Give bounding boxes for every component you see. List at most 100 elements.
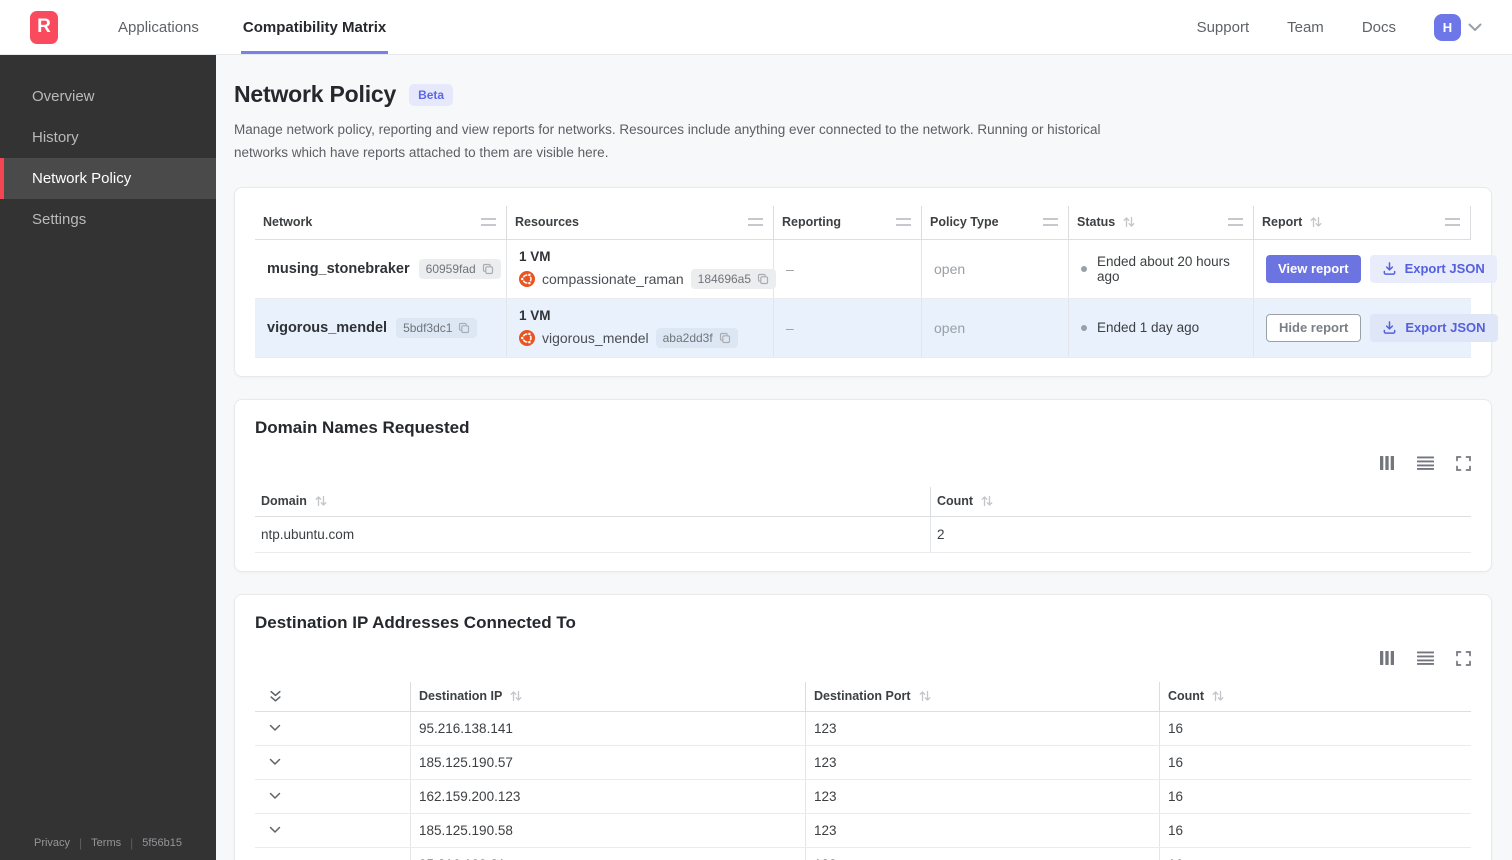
reporting-cell: – xyxy=(774,239,922,298)
row-expand-icon[interactable] xyxy=(263,826,281,834)
expander-cell xyxy=(255,779,411,813)
port-cell: 123 xyxy=(806,813,1160,847)
port-cell: 123 xyxy=(806,745,1160,779)
column-label: Count xyxy=(1168,689,1205,704)
expand-all-icon[interactable] xyxy=(263,690,282,703)
fullscreen-icon[interactable] xyxy=(1456,651,1471,666)
reporting-value: – xyxy=(786,260,794,277)
app-logo[interactable]: R xyxy=(30,10,58,44)
sidebar-item-history[interactable]: History xyxy=(0,117,216,158)
nav-tab-compatibility-matrix[interactable]: Compatibility Matrix xyxy=(240,0,389,54)
column-header-destination-port[interactable]: Destination Port xyxy=(806,681,1160,711)
divider: | xyxy=(79,836,83,850)
column-header-destination-ip[interactable]: Destination IP xyxy=(411,681,806,711)
column-resize-handle[interactable] xyxy=(896,218,911,227)
resources-cell: 1 VM compassionate_raman 184696a5 xyxy=(507,239,777,298)
column-label: Status xyxy=(1077,215,1116,230)
main-content: Network Policy Beta Manage network polic… xyxy=(216,55,1512,860)
row-density-icon[interactable] xyxy=(1417,651,1434,666)
status-cell: Ended about 20 hours ago xyxy=(1069,239,1254,298)
policy-type-cell: open xyxy=(922,298,1069,357)
user-menu[interactable]: H xyxy=(1434,13,1482,41)
sidebar-item-settings[interactable]: Settings xyxy=(0,199,216,240)
ip-cell: 185.125.190.58 xyxy=(411,813,806,847)
ip-cell: 95.216.100.21 xyxy=(411,847,806,860)
policy-type-cell: open xyxy=(922,239,1069,298)
count-value: 16 xyxy=(1168,822,1184,838)
build-id: 5f56b15 xyxy=(142,837,183,849)
copy-icon[interactable] xyxy=(458,322,470,334)
privacy-link[interactable]: Privacy xyxy=(34,837,70,849)
count-value: 2 xyxy=(937,526,945,542)
network-cell: vigorous_mendel 5bdf3dc1 xyxy=(255,298,507,357)
resource-id-badge: aba2dd3f xyxy=(655,327,738,348)
ubuntu-icon xyxy=(519,329,535,346)
column-header-policy-type: Policy Type xyxy=(922,205,1069,239)
network-name: vigorous_mendel xyxy=(267,319,388,336)
reporting-value: – xyxy=(786,319,794,336)
ip-value: 162.159.200.123 xyxy=(419,788,521,804)
column-header-network: Network xyxy=(255,205,507,239)
copy-icon[interactable] xyxy=(757,273,769,285)
column-header-count[interactable]: Count xyxy=(1160,682,1471,711)
domains-table-header: Domain Count xyxy=(255,486,1471,517)
sort-icon[interactable] xyxy=(1211,690,1225,702)
row-density-icon[interactable] xyxy=(1417,456,1434,471)
ip-value: 95.216.138.141 xyxy=(419,720,513,736)
sort-icon[interactable] xyxy=(314,495,328,507)
columns-icon[interactable] xyxy=(1379,456,1395,471)
sidebar-item-overview[interactable]: Overview xyxy=(0,76,216,117)
column-label: Network xyxy=(263,215,313,230)
export-json-button[interactable]: Export JSON xyxy=(1369,254,1497,283)
sort-icon[interactable] xyxy=(509,690,523,702)
resource-name: compassionate_raman xyxy=(542,270,684,287)
sort-icon[interactable] xyxy=(1122,216,1136,228)
copy-icon[interactable] xyxy=(719,332,731,344)
destination-row: 162.159.200.123 123 16 xyxy=(255,779,1471,814)
table-toolbar xyxy=(255,456,1471,471)
column-resize-handle[interactable] xyxy=(1228,218,1243,227)
column-header-status[interactable]: Status xyxy=(1069,205,1254,239)
fullscreen-icon[interactable] xyxy=(1456,456,1471,471)
terms-link[interactable]: Terms xyxy=(91,837,121,849)
top-navbar: R Applications Compatibility Matrix Supp… xyxy=(0,0,1512,55)
row-expand-icon[interactable] xyxy=(263,724,281,732)
sort-icon[interactable] xyxy=(918,690,932,702)
reporting-cell: – xyxy=(774,298,922,357)
nav-link-docs[interactable]: Docs xyxy=(1362,19,1396,36)
column-resize-handle[interactable] xyxy=(1445,218,1460,227)
destinations-card-title: Destination IP Addresses Connected To xyxy=(255,612,576,632)
sort-icon[interactable] xyxy=(1309,216,1323,228)
copy-icon[interactable] xyxy=(482,263,494,275)
nav-tab-applications[interactable]: Applications xyxy=(116,0,201,54)
column-resize-handle[interactable] xyxy=(748,218,763,227)
columns-icon[interactable] xyxy=(1379,651,1395,666)
column-label: Destination IP xyxy=(419,689,503,704)
domain-cell: ntp.ubuntu.com xyxy=(255,516,931,552)
export-json-button[interactable]: Export JSON xyxy=(1370,313,1498,342)
row-expand-icon[interactable] xyxy=(263,758,281,766)
column-label: Reporting xyxy=(782,215,842,230)
expander-cell xyxy=(255,711,411,745)
sidebar-item-network-policy[interactable]: Network Policy xyxy=(0,158,216,199)
sort-icon[interactable] xyxy=(980,495,994,507)
column-header-domain[interactable]: Domain xyxy=(255,486,931,516)
ip-cell: 185.125.190.57 xyxy=(411,745,806,779)
nav-link-team[interactable]: Team xyxy=(1287,19,1324,36)
column-header-reporting: Reporting xyxy=(774,205,922,239)
page-title: Network Policy xyxy=(234,81,397,107)
ip-cell: 162.159.200.123 xyxy=(411,779,806,813)
vm-count: 1 VM xyxy=(519,307,551,323)
hide-report-button[interactable]: Hide report xyxy=(1266,313,1362,342)
count-cell: 16 xyxy=(1160,712,1471,745)
ip-value: 185.125.190.58 xyxy=(419,822,513,838)
nav-link-support[interactable]: Support xyxy=(1197,19,1250,36)
status-text: Ended about 20 hours ago xyxy=(1097,253,1230,284)
column-header-count[interactable]: Count xyxy=(931,487,1471,516)
destination-row: 185.125.190.57 123 16 xyxy=(255,745,1471,780)
row-expand-icon[interactable] xyxy=(263,792,281,800)
column-header-report[interactable]: Report xyxy=(1254,205,1471,239)
column-resize-handle[interactable] xyxy=(481,218,496,227)
column-resize-handle[interactable] xyxy=(1043,218,1058,227)
view-report-button[interactable]: View report xyxy=(1266,254,1361,283)
